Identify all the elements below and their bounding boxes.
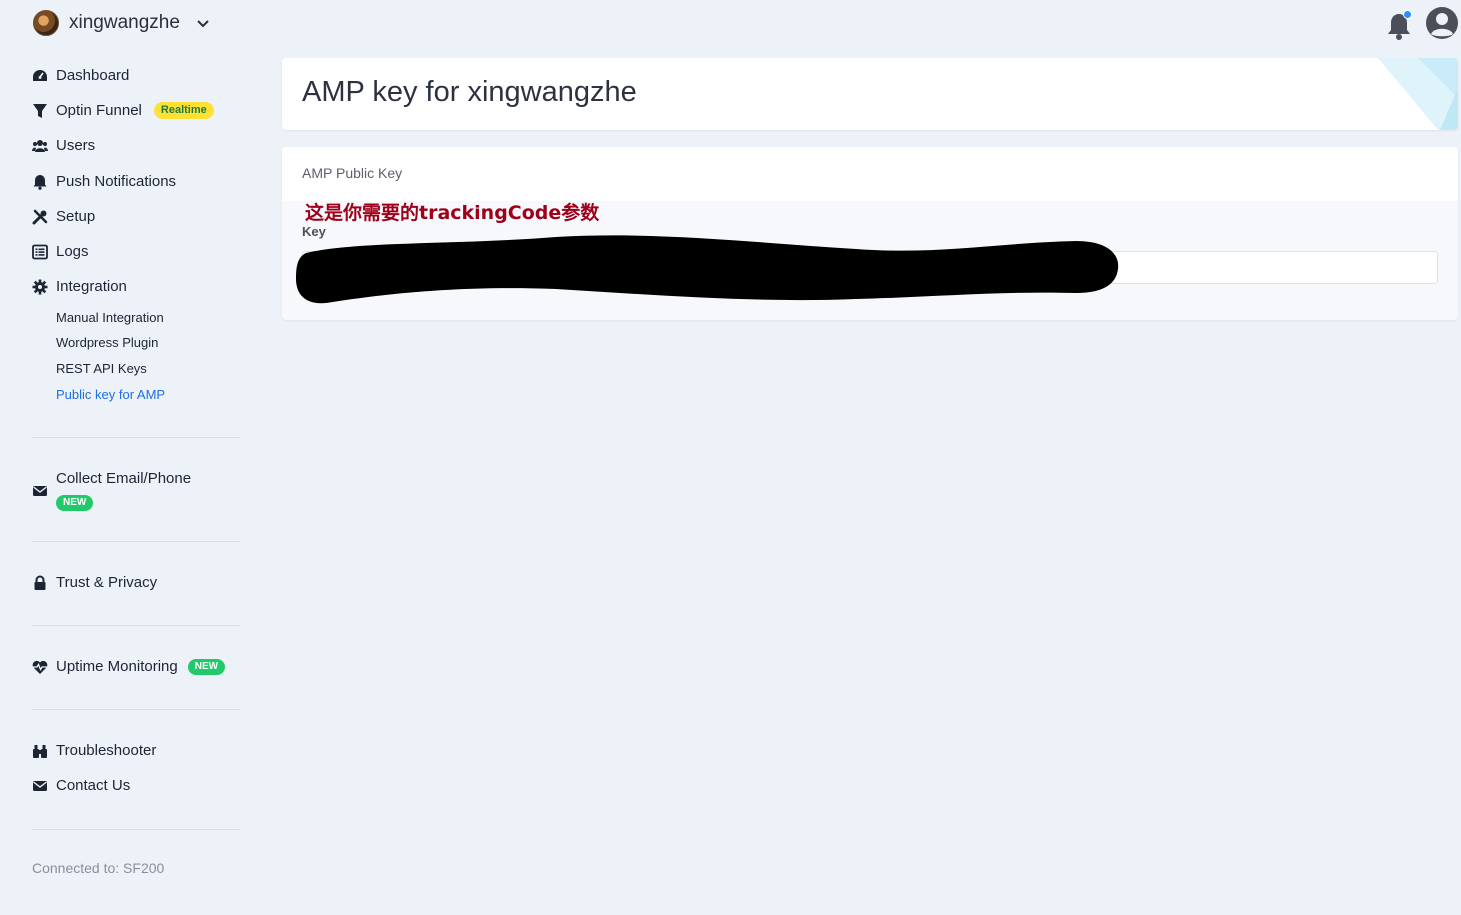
sidebar-divider <box>32 541 240 542</box>
page-title-card: AMP key for xingwangzhe <box>282 58 1458 130</box>
sidebar-item-contact-us[interactable]: Contact Us <box>32 777 130 794</box>
sidebar-item-label: Integration <box>56 278 127 295</box>
sidebar-item-logs[interactable]: Logs <box>32 243 89 260</box>
new-badge: NEW <box>56 495 94 511</box>
dashboard-icon <box>33 69 47 81</box>
sidebar: Dashboard Optin Funnel Realtime Users Pu… <box>0 0 260 915</box>
users-icon <box>32 139 48 152</box>
redaction-scribble <box>296 235 1119 304</box>
sidebar-item-integration[interactable]: Integration <box>32 278 127 295</box>
sidebar-divider <box>32 625 240 626</box>
gear-icon <box>32 279 48 294</box>
sidebar-divider <box>32 829 240 830</box>
sidebar-item-label: Users <box>56 137 96 154</box>
sidebar-item-push-notifications[interactable]: Push Notifications <box>32 173 176 190</box>
bell-icon <box>33 174 47 190</box>
sidebar-subitem-manual-integration[interactable]: Manual Integration <box>56 310 164 325</box>
sidebar-item-uptime-monitoring[interactable]: Uptime Monitoring NEW <box>32 658 226 675</box>
decorative-corner <box>1378 58 1458 130</box>
sidebar-divider <box>32 437 240 438</box>
sidebar-subitem-public-key-amp[interactable]: Public key for AMP <box>56 387 165 402</box>
sidebar-item-troubleshooter[interactable]: Troubleshooter <box>32 742 156 759</box>
card-header: AMP Public Key <box>282 147 1458 201</box>
sidebar-item-label: Logs <box>56 243 89 260</box>
card-title: AMP Public Key <box>302 165 403 181</box>
amp-public-key-card: AMP Public Key 这是你需要的trackingCode参数 Key <box>282 147 1458 320</box>
sidebar-item-label: Push Notifications <box>56 173 177 190</box>
sidebar-divider <box>32 709 240 710</box>
connected-status: Connected to: SF200 <box>32 860 165 876</box>
binoculars-icon <box>33 744 47 758</box>
envelope-icon <box>33 780 47 791</box>
heartbeat-icon <box>32 660 48 674</box>
sidebar-item-label: Uptime Monitoring <box>56 658 178 675</box>
funnel-icon <box>33 103 47 118</box>
sidebar-subitem-rest-api-keys[interactable]: REST API Keys <box>56 361 147 376</box>
lock-icon <box>34 575 46 590</box>
page-title: AMP key for xingwangzhe <box>302 76 637 108</box>
realtime-badge: Realtime <box>153 102 214 119</box>
sidebar-item-label: Dashboard <box>56 67 130 84</box>
sidebar-item-label: Contact Us <box>56 777 131 794</box>
sidebar-subitem-wordpress-plugin[interactable]: Wordpress Plugin <box>56 335 158 350</box>
sidebar-item-label: Troubleshooter <box>56 742 157 759</box>
user-circle-icon[interactable] <box>1425 6 1459 40</box>
sidebar-item-label: Trust & Privacy <box>56 574 158 591</box>
sidebar-item-label: Collect Email/Phone <box>56 470 192 487</box>
notification-dot <box>1403 10 1412 19</box>
list-icon <box>32 244 48 259</box>
tools-icon <box>32 209 48 224</box>
sidebar-item-dashboard[interactable]: Dashboard <box>32 67 129 84</box>
annotation-text: 这是你需要的trackingCode参数 <box>305 202 600 224</box>
new-badge: NEW <box>187 658 226 675</box>
sidebar-item-label: Setup <box>56 208 96 225</box>
envelope-icon <box>33 485 47 496</box>
sidebar-item-collect-email-phone[interactable]: Collect Email/Phone NEW <box>32 470 191 511</box>
sidebar-item-trust-privacy[interactable]: Trust & Privacy <box>32 574 157 591</box>
sidebar-item-setup[interactable]: Setup <box>32 208 95 225</box>
sidebar-item-label: Optin Funnel <box>56 102 142 119</box>
sidebar-item-optin-funnel[interactable]: Optin Funnel Realtime <box>32 102 214 119</box>
sidebar-item-users[interactable]: Users <box>32 137 95 154</box>
